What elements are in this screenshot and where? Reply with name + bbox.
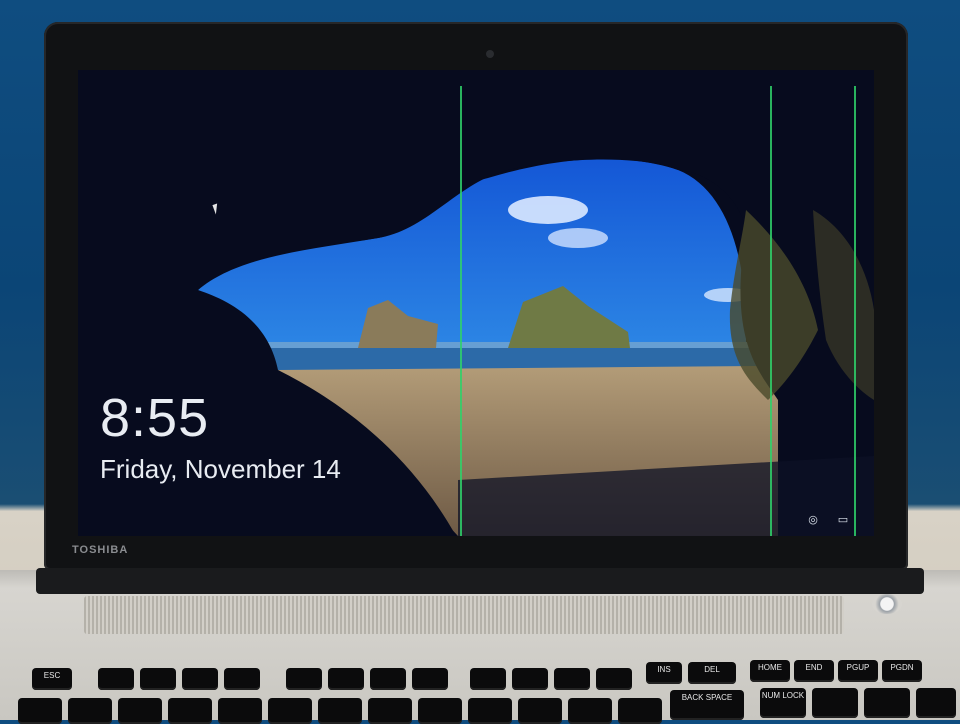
key-3[interactable] bbox=[168, 698, 212, 724]
key-f11[interactable] bbox=[554, 668, 590, 690]
key-grave[interactable] bbox=[18, 698, 62, 724]
key-f4[interactable] bbox=[224, 668, 260, 690]
key-f6[interactable] bbox=[328, 668, 364, 690]
key-f3[interactable] bbox=[182, 668, 218, 690]
key-1[interactable] bbox=[68, 698, 112, 724]
key-numlock[interactable]: NUM LOCK bbox=[760, 688, 806, 718]
key-f10[interactable] bbox=[512, 668, 548, 690]
network-icon[interactable]: ◎ bbox=[806, 513, 820, 527]
power-button[interactable] bbox=[872, 594, 902, 614]
display-defect-line bbox=[460, 86, 462, 536]
key-pgdn[interactable]: PGDN bbox=[882, 660, 922, 682]
battery-icon[interactable]: ▭ bbox=[836, 513, 850, 527]
key-f2[interactable] bbox=[140, 668, 176, 690]
speaker-grille bbox=[84, 596, 844, 634]
key-7[interactable] bbox=[368, 698, 412, 724]
key-ins[interactable]: INS bbox=[646, 662, 682, 684]
lock-screen[interactable]: 8:55 Friday, November 14 ◎ ▭ bbox=[78, 70, 874, 536]
key-f12[interactable] bbox=[596, 668, 632, 690]
display-defect-line bbox=[854, 86, 856, 536]
key-f9[interactable] bbox=[470, 668, 506, 690]
brand-logo: TOSHIBA bbox=[72, 544, 129, 556]
key-0[interactable] bbox=[518, 698, 562, 724]
key-numpad-minus[interactable] bbox=[916, 688, 956, 718]
key-9[interactable] bbox=[468, 698, 512, 724]
key-pgup[interactable]: PGUP bbox=[838, 660, 878, 682]
key-6[interactable] bbox=[318, 698, 362, 724]
key-f8[interactable] bbox=[412, 668, 448, 690]
key-numpad-divide[interactable] bbox=[812, 688, 858, 718]
key-8[interactable] bbox=[418, 698, 462, 724]
keyboard: ESC INS DEL HOME END PGUP PGDN BACK SPAC… bbox=[18, 656, 958, 724]
webcam bbox=[486, 50, 494, 58]
key-f1[interactable] bbox=[98, 668, 134, 690]
key-del[interactable]: DEL bbox=[688, 662, 736, 684]
key-minus[interactable] bbox=[568, 698, 612, 724]
key-end[interactable]: END bbox=[794, 660, 834, 682]
key-numpad-multiply[interactable] bbox=[864, 688, 910, 718]
key-equals[interactable] bbox=[618, 698, 662, 724]
key-f5[interactable] bbox=[286, 668, 322, 690]
lock-screen-date: Friday, November 14 bbox=[100, 454, 341, 484]
key-home[interactable]: HOME bbox=[750, 660, 790, 682]
key-5[interactable] bbox=[268, 698, 312, 724]
key-4[interactable] bbox=[218, 698, 262, 724]
key-esc[interactable]: ESC bbox=[32, 668, 72, 690]
key-2[interactable] bbox=[118, 698, 162, 724]
key-backspace[interactable]: BACK SPACE bbox=[670, 690, 744, 720]
key-f7[interactable] bbox=[370, 668, 406, 690]
hinge bbox=[36, 568, 924, 594]
display-defect-line bbox=[770, 86, 772, 536]
lock-screen-time: 8:55 bbox=[100, 388, 210, 448]
